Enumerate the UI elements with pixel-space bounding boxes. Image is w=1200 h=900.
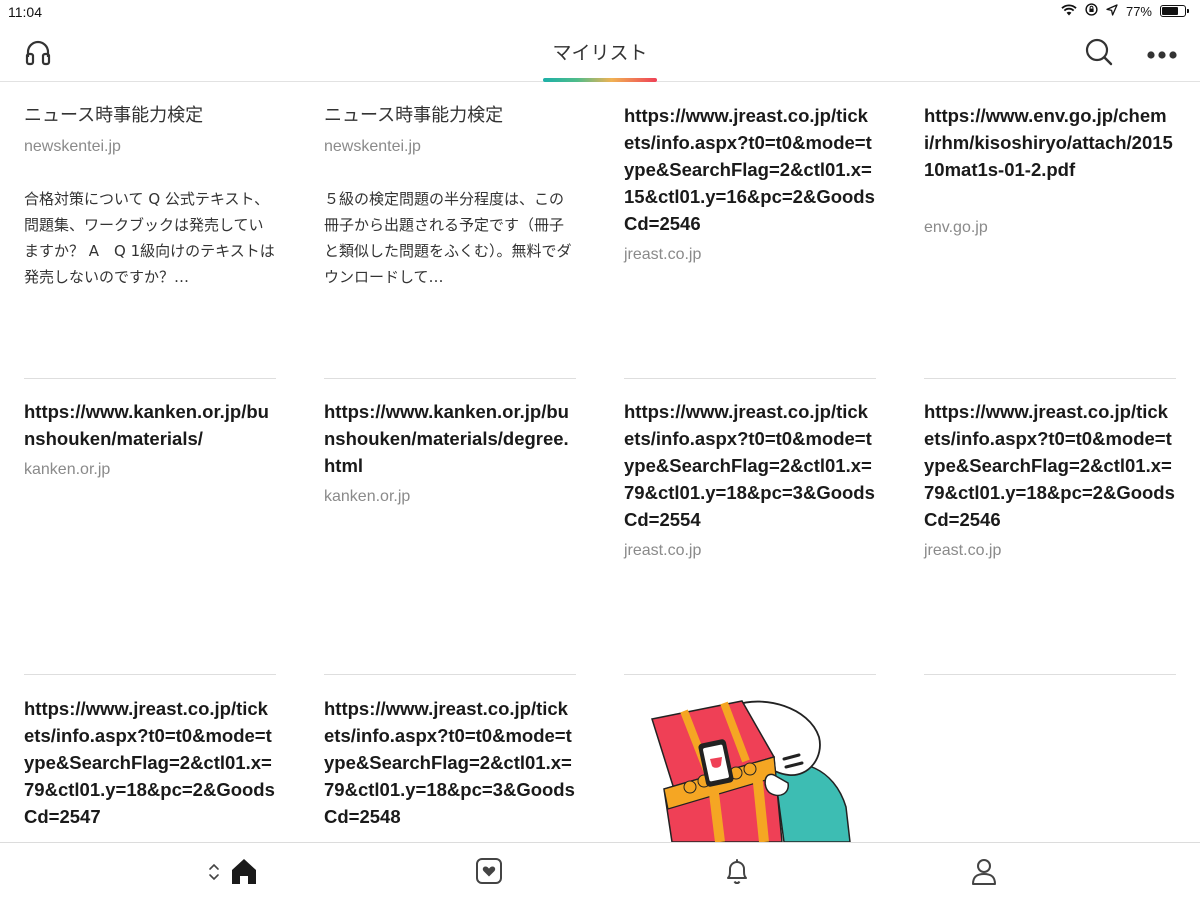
article-title: https://www.kanken.or.jp/bunshouken/mate… [24, 401, 269, 449]
article-title: https://www.env.go.jp/chemi/rhm/kisoshir… [924, 105, 1173, 180]
article-domain: newskentei.jp [24, 138, 121, 155]
article-title: https://www.jreast.co.jp/tickets/info.as… [624, 105, 875, 234]
article-card[interactable]: https://www.jreast.co.jp/tickets/info.as… [624, 378, 876, 675]
article-card[interactable]: https://www.jreast.co.jp/tickets/info.as… [24, 674, 276, 842]
article-title: https://www.jreast.co.jp/tickets/info.as… [324, 698, 575, 827]
wifi-icon [1061, 3, 1077, 19]
card-divider [324, 378, 576, 379]
page-title: マイリスト [552, 42, 648, 64]
article-domain: kanken.or.jp [324, 488, 411, 505]
tab-profile[interactable] [962, 853, 1006, 893]
article-title: https://www.kanken.or.jp/bunshouken/mate… [324, 401, 569, 476]
profile-icon [969, 856, 999, 890]
battery-level [1162, 7, 1179, 15]
article-excerpt: ５級の検定問題の半分程度は、この冊子から出題される予定です（冊子と類似した問題を… [324, 190, 572, 286]
article-title: https://www.jreast.co.jp/tickets/info.as… [624, 401, 875, 530]
tab-home[interactable] [222, 853, 266, 893]
article-domain: jreast.co.jp [624, 542, 702, 559]
status-time: 11:04 [8, 4, 42, 20]
card-divider [24, 674, 276, 675]
card-divider [624, 378, 876, 379]
empty-card-slot [924, 674, 1176, 842]
article-card[interactable]: https://www.env.go.jp/chemi/rhm/kisoshir… [924, 82, 1176, 378]
article-domain: env.go.jp [924, 219, 988, 236]
saves-icon [474, 856, 504, 890]
more-icon [1146, 45, 1178, 64]
search-icon [1084, 37, 1114, 71]
article-domain: jreast.co.jp [924, 542, 1002, 559]
more-button[interactable] [1142, 34, 1182, 74]
article-card[interactable]: https://www.jreast.co.jp/tickets/info.as… [324, 674, 576, 842]
card-divider [924, 378, 1176, 379]
battery-percent: 77% [1125, 3, 1152, 19]
tab-saves[interactable] [467, 853, 511, 893]
article-card[interactable]: https://www.jreast.co.jp/tickets/info.as… [624, 82, 876, 378]
tab-notifications[interactable] [715, 853, 759, 893]
article-title: ニュース時事能力検定 [324, 105, 504, 126]
search-button[interactable] [1079, 34, 1119, 74]
treasure-chest-illustration [624, 697, 854, 842]
battery-icon [1160, 5, 1189, 17]
top-navigation-bar: マイリスト [0, 24, 1200, 82]
home-icon [229, 856, 259, 890]
article-card[interactable]: https://www.kanken.or.jp/bunshouken/mate… [324, 378, 576, 675]
sort-toggle-icon[interactable] [207, 861, 221, 883]
card-divider [324, 674, 576, 675]
article-domain: newskentei.jp [324, 138, 421, 155]
notifications-icon [722, 856, 752, 890]
article-title: https://www.jreast.co.jp/tickets/info.as… [24, 698, 275, 827]
article-title: ニュース時事能力検定 [24, 105, 204, 126]
article-card[interactable]: https://www.jreast.co.jp/tickets/info.as… [924, 378, 1176, 675]
location-arrow-icon [1106, 3, 1118, 19]
article-card[interactable]: ニュース時事能力検定 newskentei.jp 合格対策について Q 公式テキ… [24, 82, 276, 378]
article-excerpt: 合格対策について Q 公式テキスト、問題集、ワークブックは発売していますか？ A… [24, 190, 275, 286]
article-title: https://www.jreast.co.jp/tickets/info.as… [924, 401, 1175, 530]
status-bar: 11:04 77% [0, 0, 1200, 24]
screen-lock-icon [1085, 3, 1098, 19]
article-card[interactable]: ニュース時事能力検定 newskentei.jp ５級の検定問題の半分程度は、こ… [324, 82, 576, 378]
article-domain: jreast.co.jp [624, 246, 702, 263]
article-card[interactable]: https://www.kanken.or.jp/bunshouken/mate… [24, 378, 276, 675]
article-domain: kanken.or.jp [24, 461, 111, 478]
card-divider [924, 674, 1176, 675]
card-divider [24, 378, 276, 379]
status-indicators: 77% [1061, 3, 1189, 19]
bottom-tab-bar [0, 842, 1200, 900]
card-divider [624, 674, 876, 675]
